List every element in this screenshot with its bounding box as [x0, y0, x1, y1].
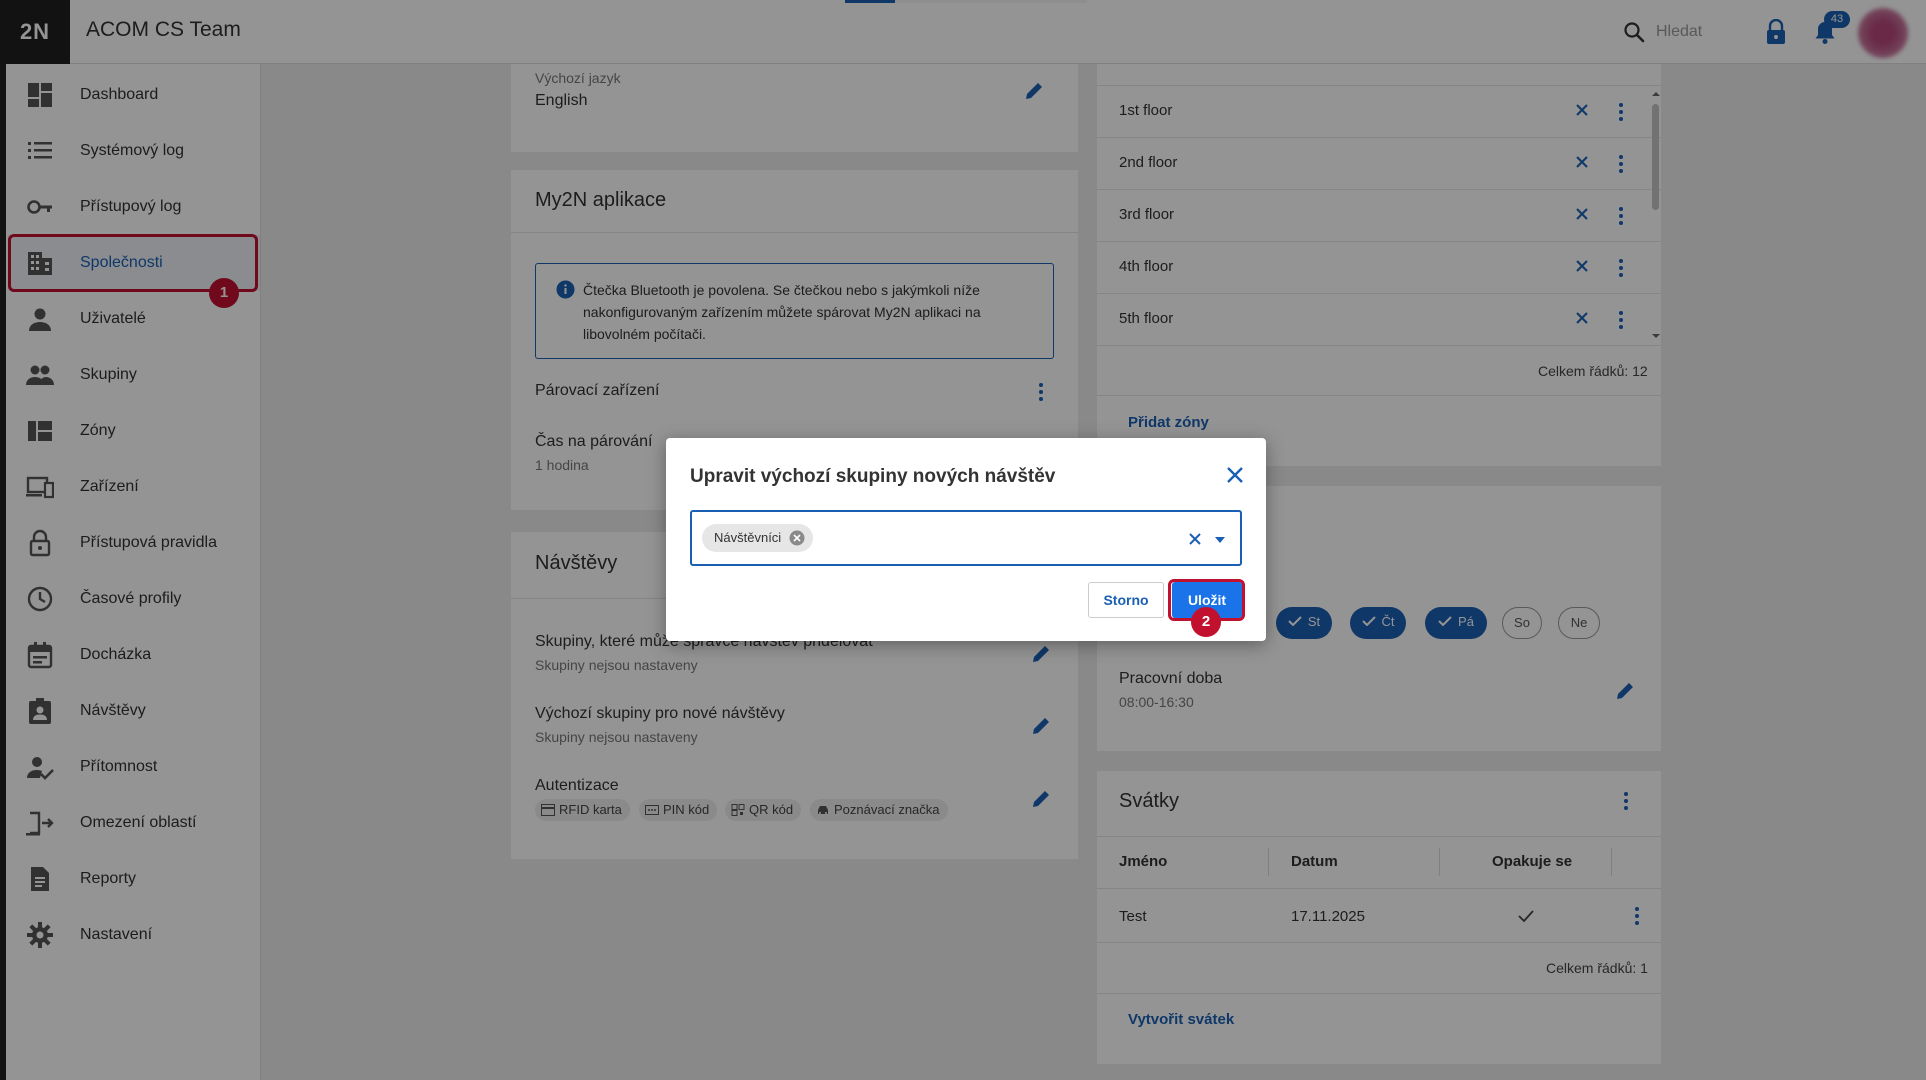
remove-chip-icon[interactable]	[789, 530, 805, 546]
dialog-title: Upravit výchozí skupiny nových návštěv	[690, 466, 1056, 487]
step-badge-2: 2	[1191, 607, 1221, 637]
selected-group-chip: Návštěvníci	[702, 524, 814, 552]
edit-default-groups-dialog: Upravit výchozí skupiny nových návštěv N…	[666, 438, 1266, 641]
groups-select[interactable]: Návštěvníci	[690, 510, 1242, 566]
chevron-down-icon[interactable]	[1214, 536, 1226, 544]
close-icon[interactable]	[1226, 466, 1244, 484]
cancel-button[interactable]: Storno	[1088, 582, 1164, 618]
clear-selection-icon[interactable]	[1188, 532, 1202, 546]
